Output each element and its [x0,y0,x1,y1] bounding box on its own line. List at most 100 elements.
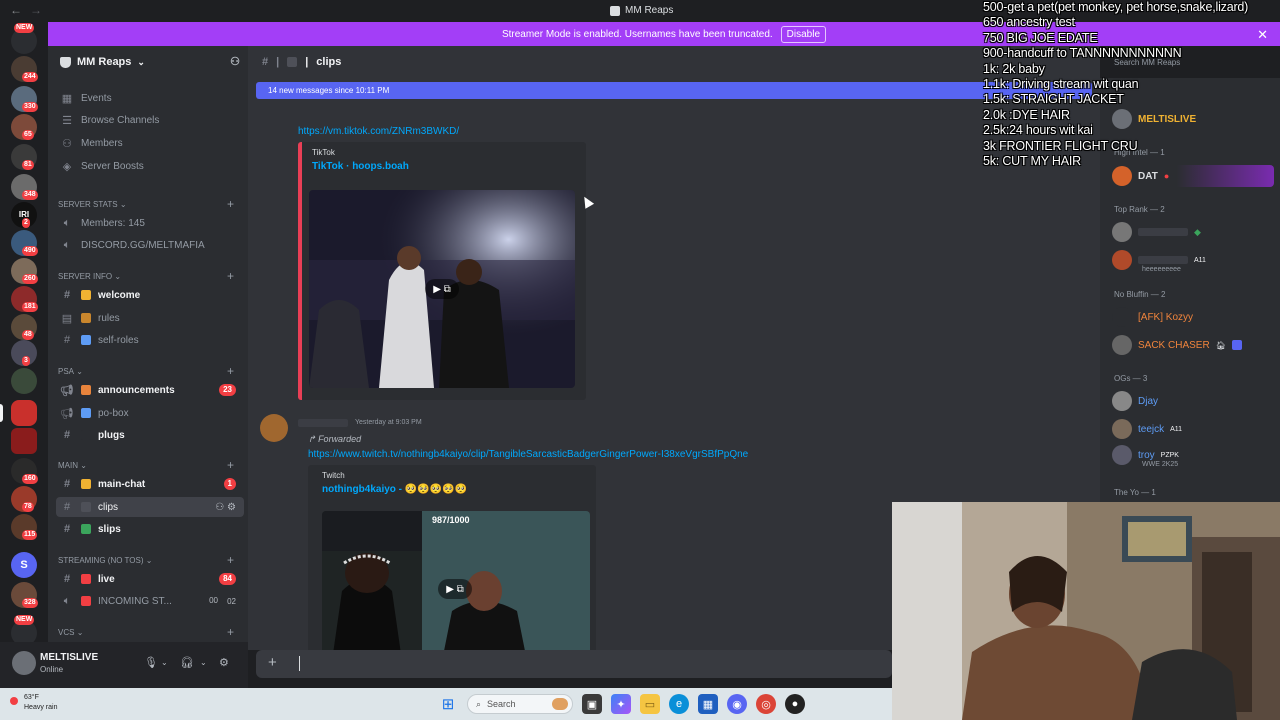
add-channel-icon[interactable]: + [227,625,234,639]
disable-button[interactable]: Disable [780,25,827,43]
channel-welcome[interactable]: # welcome [56,285,244,305]
copilot-icon[interactable]: ✦ [611,694,631,714]
sidebar-item-browse-channels[interactable]: ☰ Browse Channels [56,110,244,130]
server-icon[interactable]: 244 [11,56,38,82]
member-group-label: The Yo — 1 [1114,488,1156,497]
avatar[interactable] [12,651,36,675]
message-link[interactable]: https://vm.tiktok.com/ZNRm3BWKD/ [298,126,459,137]
chrome-icon[interactable]: ◎ [756,694,776,714]
file-explorer-icon[interactable]: ▭ [640,694,660,714]
member-item[interactable]: teejck A11 [1112,418,1182,440]
server-header[interactable]: MM Reaps ⌄ ⚇ [48,46,248,78]
channel-settings-icons[interactable]: ⚇ ⚙ [215,502,236,513]
member-item[interactable]: troy PZPK WWE 2K25 [1112,444,1179,468]
server-icon[interactable]: 81 [11,144,37,170]
server-icon[interactable] [11,428,37,454]
server-icon-active[interactable] [11,400,37,426]
back-arrow-icon[interactable]: ← [10,3,22,17]
server-icon[interactable] [11,368,37,394]
add-channel-icon[interactable]: + [227,197,234,211]
tag-badge: A11 [1194,256,1206,264]
channel-po-box[interactable]: 📢︎ po-box [56,403,244,423]
slips-emoji-icon [81,524,91,534]
play-icon[interactable]: ▶ ⧉ [438,579,472,599]
add-member-icon[interactable]: ⚇ [230,55,240,68]
gear-icon[interactable]: ⚙ [219,656,229,669]
member-item[interactable]: A11 heeeeeeeee [1112,249,1206,273]
server-icon[interactable]: 78 [11,486,37,512]
forward-arrow-icon[interactable]: → [30,3,42,17]
server-icon[interactable]: NEW [11,23,37,54]
member-item[interactable]: SACK CHASER 🏠︎ [1112,334,1242,356]
server-icon[interactable]: 181 [11,286,38,312]
avatar [1112,222,1132,242]
channel-self-roles[interactable]: # self-roles [56,330,244,350]
play-icon[interactable]: ▶ ⧉ [425,279,459,299]
server-icon[interactable]: IRI 2 [11,202,37,228]
member-item[interactable]: [AFK] Kozyy [1112,306,1193,328]
avatar[interactable] [260,414,288,442]
member-item[interactable]: Djay [1112,390,1158,412]
category-main[interactable]: MAIN ⌄ + [58,458,244,472]
video-thumbnail[interactable]: ▶ ⧉ [309,190,575,388]
sidebar-item-members[interactable]: ⚇ Members [56,133,244,153]
username: MELTISLIVE [40,652,99,663]
close-icon[interactable]: ✕ [1257,27,1268,43]
message-link[interactable]: https://www.twitch.tv/nothingb4kaiyo/cli… [308,449,748,460]
store-icon[interactable]: ▦ [698,694,718,714]
truncated-username[interactable] [298,419,348,427]
channel-slips[interactable]: # slips [56,519,244,539]
server-icon[interactable]: 115 [11,514,38,540]
channel-plugs[interactable]: # plugs [56,425,244,445]
main-emoji-icon [81,479,91,489]
channel-discord-invite[interactable]: 🔈︎ DISCORD.GG/MELTMAFIA [56,235,244,255]
obs-icon[interactable]: ● [785,694,805,714]
server-icon[interactable]: 328 [11,582,38,608]
server-icon[interactable]: 48 [11,314,37,340]
windows-start-icon[interactable]: ⊞ [438,694,458,714]
channel-clips[interactable]: # clips ⚇ ⚙ [56,497,244,517]
weather-widget[interactable]: 63°F Heavy rain [10,693,57,713]
add-channel-icon[interactable]: + [227,458,234,472]
add-channel-icon[interactable]: + [227,364,234,378]
server-icon[interactable]: 490 [11,230,38,256]
video-thumbnail[interactable]: 987/1000 ▶ ⧉ [322,511,590,650]
embed-title[interactable]: nothingb4kaiyo - 🥺🥺🥺🥺🥺 [322,484,467,495]
category-streaming[interactable]: STREAMING (NO TOS) ⌄ + [58,553,244,567]
task-view-icon[interactable]: ▣ [582,694,602,714]
server-icon[interactable]: 160 [11,458,38,484]
add-channel-icon[interactable]: + [227,269,234,283]
category-server-info[interactable]: SERVER INFO ⌄ + [58,269,244,283]
category-psa[interactable]: PSA ⌄ + [58,364,244,378]
edge-icon[interactable]: e [669,694,689,714]
hash-icon: # [63,501,71,513]
message-composer[interactable]: + [256,650,892,678]
discord-icon[interactable]: ◉ [727,694,747,714]
category-vcs[interactable]: VCs ⌄ + [58,625,244,639]
server-icon[interactable]: 65 [11,114,37,140]
channel-announcements[interactable]: 📢︎ announcements 23 [56,380,244,400]
headphones-icon[interactable]: 🎧︎ [180,656,194,669]
server-icon[interactable]: 260 [11,258,38,284]
member-item[interactable]: ◆ [1112,221,1201,243]
sidebar-item-events[interactable]: ▦ Events [56,88,244,108]
add-attachment-icon[interactable]: + [268,654,277,671]
microphone-icon[interactable]: 🎙︎ [144,656,158,669]
server-icon[interactable]: 330 [11,86,38,112]
server-icon-s[interactable]: S [11,552,37,578]
taskbar-search[interactable]: ⌕ Search [467,694,573,714]
server-icon[interactable]: 348 [11,174,38,200]
chevron-down-icon[interactable]: ⌄ [200,658,207,667]
channel-members-count[interactable]: 🔈︎ Members: 145 [56,213,244,233]
chevron-down-icon[interactable]: ⌄ [161,658,168,667]
sidebar-item-server-boosts[interactable]: ◈ Server Boosts [56,156,244,176]
server-icon[interactable]: 3 [11,340,37,366]
channel-live[interactable]: # live 84 [56,569,244,589]
channel-rules[interactable]: ▤ rules [56,308,244,328]
channel-incoming-stream[interactable]: 🔈︎ INCOMING ST... 00 02 [56,591,244,611]
add-channel-icon[interactable]: + [227,553,234,567]
new-messages-bar[interactable]: 14 new messages since 10:11 PM [256,82,1092,99]
category-server-stats[interactable]: SERVER STATS ⌄ + [58,197,244,211]
channel-main-chat[interactable]: # main-chat 1 [56,474,244,494]
embed-title[interactable]: TikTok · hoops.boah [312,161,409,172]
